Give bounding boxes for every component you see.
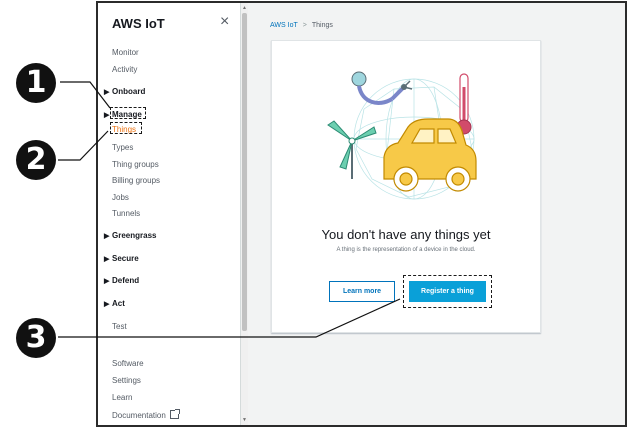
- sidebar-item-settings[interactable]: Settings: [112, 376, 141, 385]
- scroll-up-icon[interactable]: ▲: [242, 5, 247, 11]
- console-window: AWS IoT × Monitor Activity ▶ Onboard ▶ Man…: [96, 1, 627, 427]
- breadcrumb: AWS IoT > Things: [270, 22, 333, 29]
- breadcrumb-current: Things: [311, 22, 333, 29]
- learn-more-button[interactable]: Learn more: [329, 281, 395, 302]
- sidebar-item-test[interactable]: Test: [112, 322, 127, 331]
- empty-state-subtitle: A thing is the representation of a devic…: [336, 247, 476, 253]
- sidebar-item-software[interactable]: Software: [112, 359, 144, 368]
- caret-right-icon: ▶: [104, 256, 110, 263]
- sidebar-item-jobs[interactable]: Jobs: [112, 193, 129, 202]
- sidebar-section-act[interactable]: ▶ Act: [104, 299, 125, 308]
- sidebar: AWS IoT × Monitor Activity ▶ Onboard ▶ Man…: [98, 3, 241, 425]
- breadcrumb-separator: >: [302, 22, 307, 29]
- iot-devices-illustration: [327, 71, 477, 200]
- manage-highlight-box: [110, 107, 146, 119]
- callout-badge-1: 1: [16, 63, 56, 103]
- close-icon[interactable]: ×: [220, 13, 229, 31]
- external-link-icon: [169, 409, 180, 419]
- sidebar-section-secure[interactable]: ▶ Secure: [104, 254, 139, 263]
- sidebar-scrollbar[interactable]: ▲ ▼: [241, 3, 248, 425]
- caret-right-icon: ▶: [104, 233, 110, 240]
- sidebar-item-tunnels[interactable]: Tunnels: [112, 209, 140, 218]
- caret-right-icon: ▶: [104, 301, 110, 308]
- sidebar-item-learn[interactable]: Learn: [112, 393, 132, 402]
- sidebar-item-billing-groups[interactable]: Billing groups: [112, 176, 160, 185]
- register-highlight-box: [403, 275, 492, 308]
- sidebar-title: AWS IoT: [112, 16, 165, 31]
- sidebar-item-documentation[interactable]: Documentation: [112, 409, 180, 420]
- caret-right-icon: ▶: [104, 278, 110, 285]
- sidebar-item-monitor[interactable]: Monitor: [112, 48, 139, 57]
- sidebar-item-types[interactable]: Types: [112, 143, 133, 152]
- sidebar-item-thing-groups[interactable]: Thing groups: [112, 160, 159, 169]
- scroll-thumb[interactable]: [242, 13, 247, 331]
- breadcrumb-root[interactable]: AWS IoT: [270, 22, 298, 29]
- sidebar-item-activity[interactable]: Activity: [112, 65, 137, 74]
- sidebar-section-greengrass[interactable]: ▶ Greengrass: [104, 231, 156, 240]
- callout-badge-2: 2: [16, 140, 56, 180]
- scroll-down-icon[interactable]: ▼: [242, 417, 247, 423]
- sidebar-section-onboard[interactable]: ▶ Onboard: [104, 87, 145, 96]
- empty-state-card: You don't have any things yet A thing is…: [271, 40, 541, 333]
- things-highlight-box: [110, 122, 142, 134]
- caret-right-icon: ▶: [104, 89, 110, 96]
- empty-state-title: You don't have any things yet: [321, 227, 491, 242]
- callout-badge-3: 3: [16, 318, 56, 358]
- sidebar-section-defend[interactable]: ▶ Defend: [104, 276, 139, 285]
- main-content: AWS IoT > Things You don't have any thin…: [248, 3, 625, 425]
